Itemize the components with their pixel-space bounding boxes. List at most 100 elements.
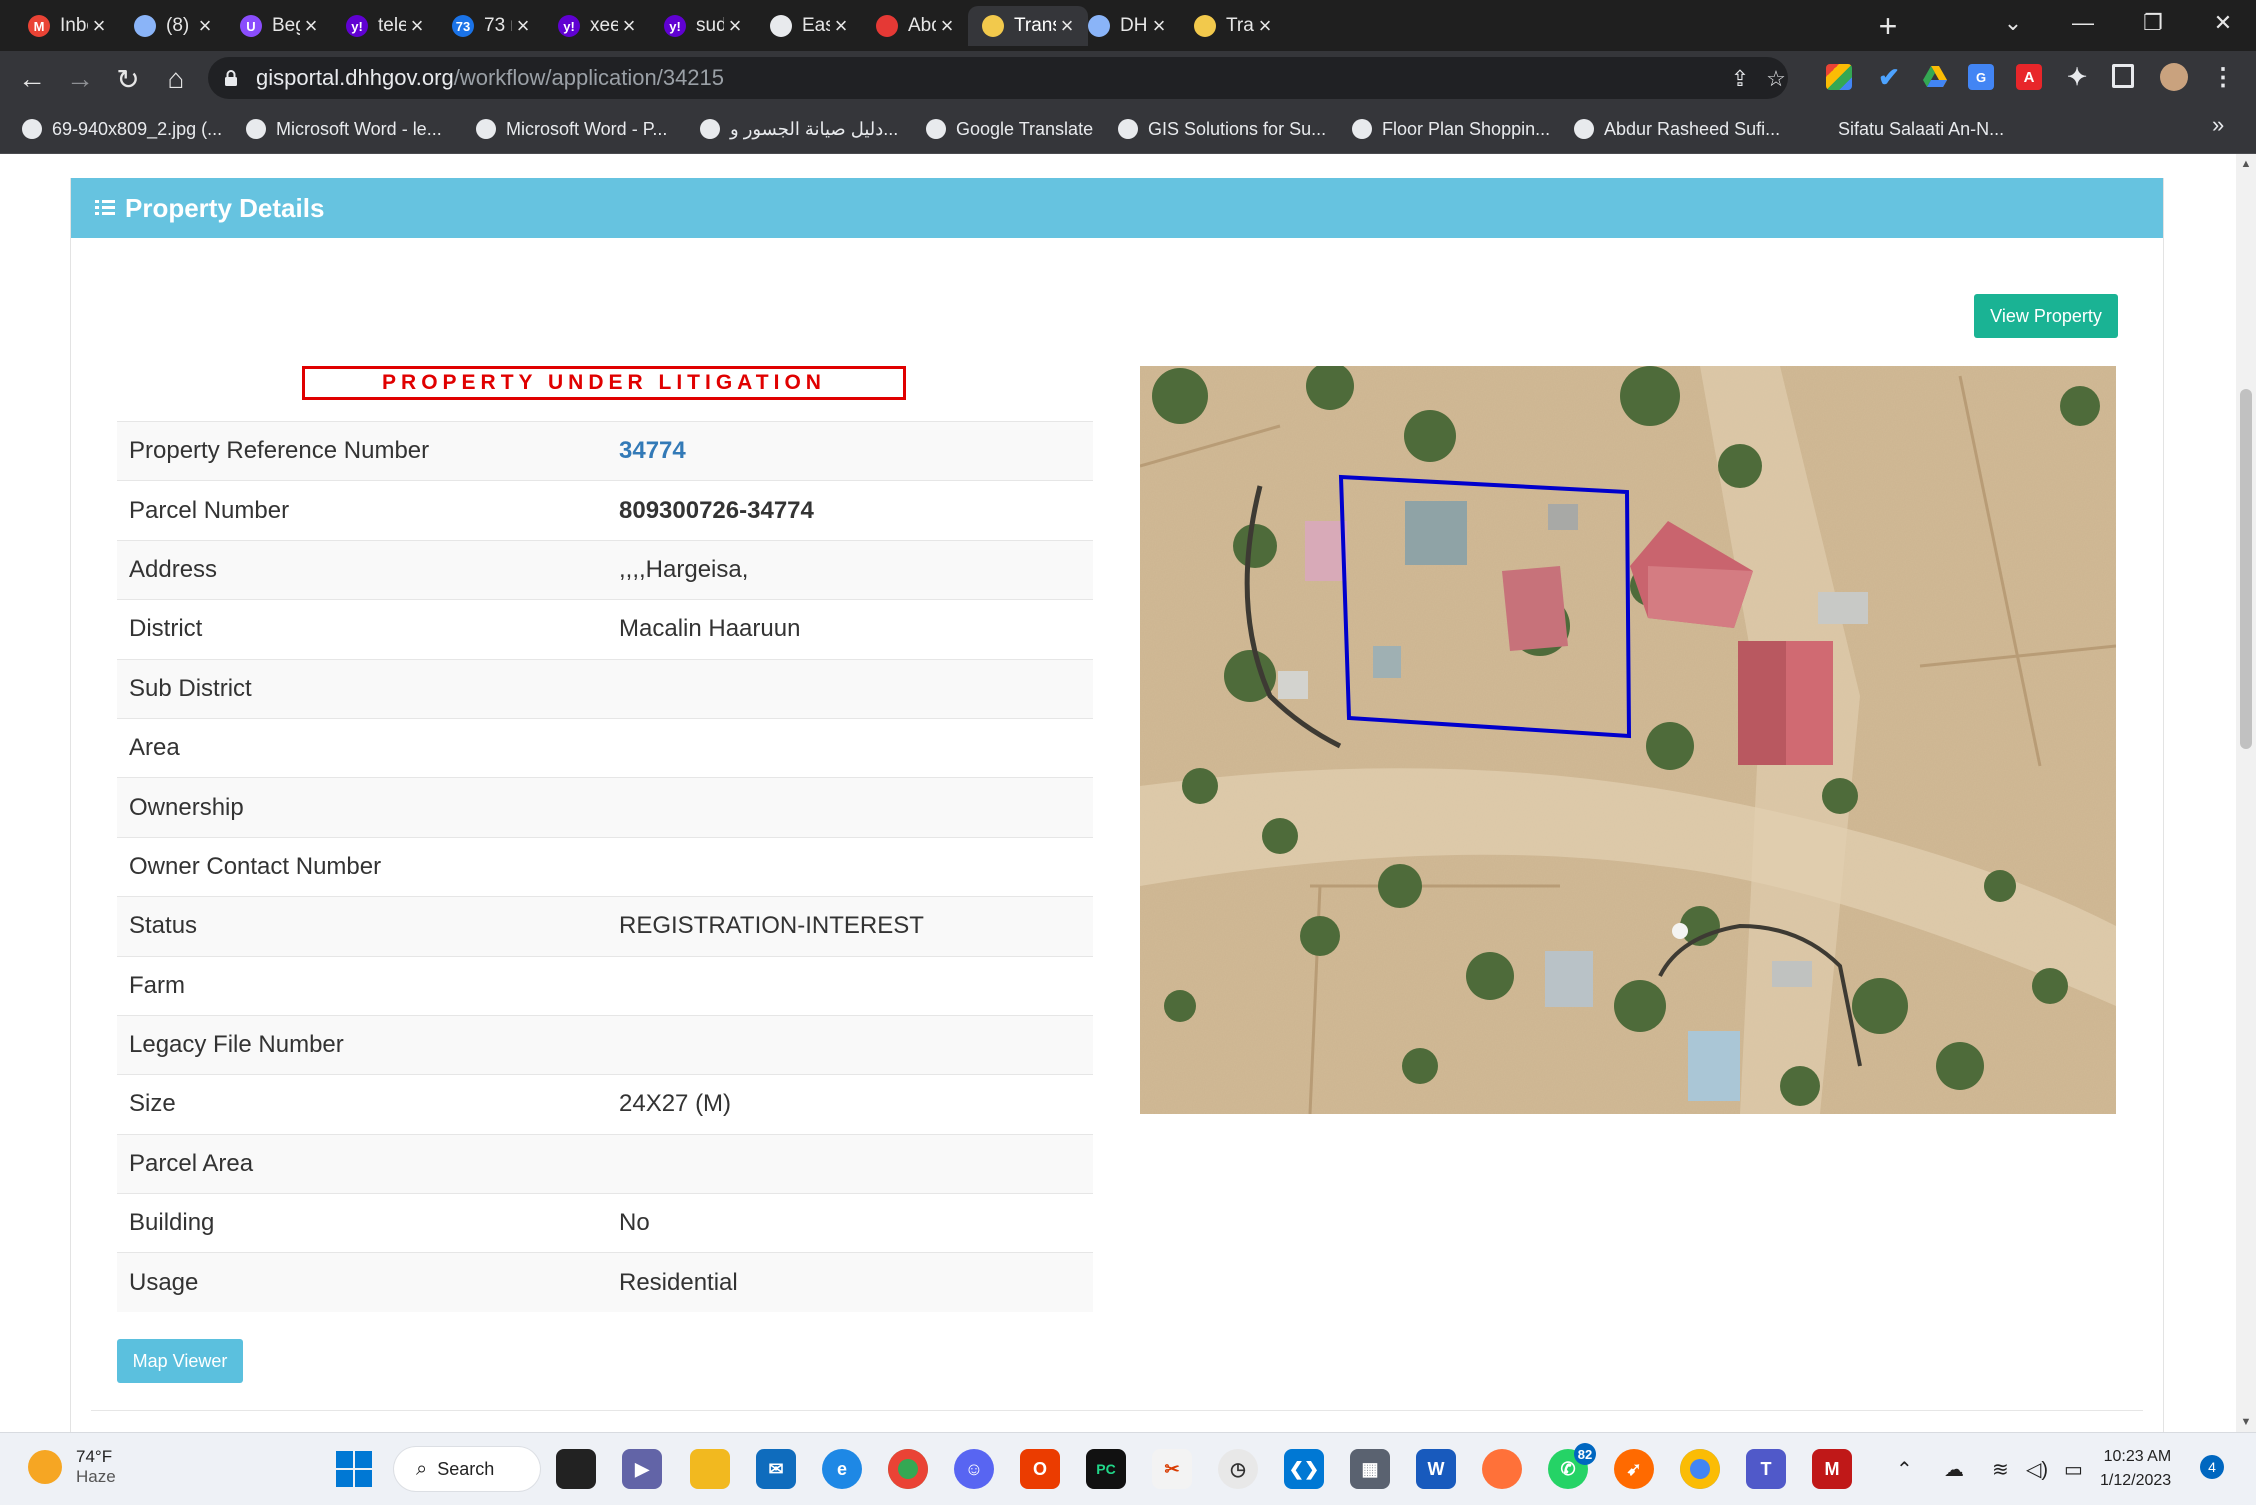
- close-window-icon[interactable]: ✕: [2188, 0, 2256, 45]
- scroll-down-icon[interactable]: ▼: [2239, 1416, 2253, 1428]
- aerial-parcel-map[interactable]: [1140, 366, 2116, 1114]
- restore-icon[interactable]: ❐: [2118, 0, 2188, 45]
- chrome-profile-icon[interactable]: [1680, 1449, 1720, 1489]
- teams-icon[interactable]: T: [1746, 1449, 1786, 1489]
- close-tab-icon[interactable]: ×: [1254, 13, 1276, 39]
- browser-tab[interactable]: M Inbox (×: [14, 6, 120, 46]
- clock-app-icon[interactable]: ◷: [1218, 1449, 1258, 1489]
- compass-app-icon[interactable]: ➹: [1614, 1449, 1654, 1489]
- mcafee-icon[interactable]: M: [1812, 1449, 1852, 1489]
- bookmark-item[interactable]: 69-940x809_2.jpg (...: [22, 113, 222, 145]
- url-text: gisportal.dhhgov.org/workflow/applicatio…: [256, 65, 725, 90]
- close-tab-icon[interactable]: ×: [830, 13, 852, 39]
- onedrive-warning-icon[interactable]: ☁: [1944, 1457, 1964, 1482]
- browser-tab[interactable]: y! telegra×: [332, 6, 438, 46]
- system-clock[interactable]: 10:23 AM 1/12/2023: [2100, 1445, 2171, 1493]
- close-tab-icon[interactable]: ×: [724, 13, 746, 39]
- close-tab-icon[interactable]: ×: [406, 13, 428, 39]
- bookmark-item[interactable]: Microsoft Word - le...: [246, 113, 442, 145]
- view-property-button[interactable]: View Property: [1974, 294, 2118, 338]
- back-arrow-icon[interactable]: ←: [12, 59, 52, 99]
- taskbar-search[interactable]: ⌕ Search: [394, 1447, 540, 1491]
- scroll-up-icon[interactable]: ▲: [2239, 158, 2253, 170]
- browser-tab[interactable]: Abdika×: [862, 6, 968, 46]
- detail-value: 809300726-34774: [619, 496, 814, 524]
- wifi-icon[interactable]: ≋: [1992, 1457, 2009, 1482]
- tray-overflow-chevron-icon[interactable]: ⌃: [1896, 1457, 1913, 1482]
- weather-widget[interactable]: 74°F Haze: [28, 1447, 116, 1487]
- page-scrollbar[interactable]: ▲ ▼: [2236, 154, 2256, 1432]
- teams-chat-icon[interactable]: ▶: [622, 1449, 662, 1489]
- tab-search-chevron-icon[interactable]: ⌄: [1978, 0, 2048, 45]
- detail-label: Parcel Number: [129, 496, 290, 524]
- bookmark-item[interactable]: Microsoft Word - P...: [476, 113, 667, 145]
- bookmark-item[interactable]: Abdur Rasheed Sufi...: [1574, 113, 1780, 145]
- bookmark-item[interactable]: Sifatu Salaati An-N...: [1838, 113, 2004, 145]
- battery-icon[interactable]: ▭: [2064, 1457, 2083, 1482]
- mail-icon[interactable]: ✉: [756, 1449, 796, 1489]
- browser-tab[interactable]: Transac×: [1180, 6, 1286, 46]
- browser-tab[interactable]: Easy su×: [756, 6, 862, 46]
- bookmark-item[interactable]: GIS Solutions for Su...: [1118, 113, 1326, 145]
- close-tab-icon[interactable]: ×: [1148, 13, 1170, 39]
- firefox-icon[interactable]: [1482, 1449, 1522, 1489]
- side-panel-icon[interactable]: [2112, 64, 2134, 88]
- close-tab-icon[interactable]: ×: [300, 13, 322, 39]
- notification-count-badge[interactable]: 4: [2200, 1455, 2224, 1479]
- calculator-icon[interactable]: ▦: [1350, 1449, 1390, 1489]
- close-tab-icon[interactable]: ×: [618, 13, 640, 39]
- new-tab-button[interactable]: +: [1868, 6, 1908, 46]
- scroll-thumb[interactable]: [2240, 389, 2252, 749]
- windows-start-icon[interactable]: [334, 1449, 374, 1489]
- browser-tab[interactable]: Transac×: [968, 6, 1088, 46]
- browser-menu-icon[interactable]: ⋮: [2210, 64, 2236, 91]
- minimize-icon[interactable]: —: [2048, 0, 2118, 45]
- close-tab-icon[interactable]: ×: [512, 13, 534, 39]
- volume-icon[interactable]: ◁): [2026, 1457, 2048, 1482]
- detail-label: Address: [129, 555, 218, 583]
- browser-tab[interactable]: y! xeerka×: [544, 6, 650, 46]
- close-tab-icon[interactable]: ×: [88, 13, 110, 39]
- bookmark-item[interactable]: دليل صيانة الجسور و...: [700, 113, 898, 145]
- detail-value[interactable]: 34774: [619, 437, 1093, 465]
- bookmarks-overflow-icon[interactable]: »: [2212, 112, 2224, 138]
- bookmark-item[interactable]: Google Translate: [926, 113, 1093, 145]
- task-view-icon[interactable]: [556, 1449, 596, 1489]
- address-bar[interactable]: gisportal.dhhgov.org/workflow/applicatio…: [208, 57, 1788, 99]
- checkmark-extension-icon[interactable]: ✔: [1876, 62, 1902, 92]
- bookmark-label: Sifatu Salaati An-N...: [1838, 118, 2005, 139]
- yahoo-icon: y!: [664, 15, 686, 37]
- bookmark-star-icon[interactable]: ☆: [1764, 66, 1788, 91]
- share-icon[interactable]: ⇪: [1728, 66, 1752, 91]
- browser-tab[interactable]: 73 73 noti×: [438, 6, 544, 46]
- bookmark-item[interactable]: Floor Plan Shoppin...: [1352, 113, 1550, 145]
- close-tab-icon[interactable]: ×: [936, 13, 958, 39]
- browser-tab[interactable]: y! suduko×: [650, 6, 756, 46]
- extension-color-icon[interactable]: [1826, 64, 1852, 90]
- translate-extension-icon[interactable]: G: [1968, 64, 1994, 90]
- home-icon[interactable]: ⌂: [156, 59, 196, 99]
- browser-tab[interactable]: DHH M×: [1074, 6, 1180, 46]
- vscode-icon[interactable]: ❮❯: [1284, 1449, 1324, 1489]
- google-drive-icon[interactable]: [1922, 64, 1948, 90]
- office-icon[interactable]: O: [1020, 1449, 1060, 1489]
- edge-icon[interactable]: e: [822, 1449, 862, 1489]
- profile-avatar[interactable]: [2160, 63, 2188, 91]
- close-tab-icon[interactable]: ×: [194, 13, 216, 39]
- file-explorer-icon[interactable]: [690, 1449, 730, 1489]
- map-viewer-button[interactable]: Map Viewer: [117, 1339, 243, 1383]
- forward-arrow-icon[interactable]: →: [60, 59, 100, 99]
- browser-tab[interactable]: (8) Qali×: [120, 6, 226, 46]
- detail-label: District: [129, 615, 203, 643]
- word-icon[interactable]: W: [1416, 1449, 1456, 1489]
- detail-row: Area: [117, 717, 1093, 777]
- discord-icon[interactable]: ☺: [954, 1449, 994, 1489]
- pycharm-icon[interactable]: PC: [1086, 1449, 1126, 1489]
- browser-tab[interactable]: U Beginn×: [226, 6, 332, 46]
- reload-icon[interactable]: ↻: [108, 59, 148, 99]
- whatsapp-icon[interactable]: ✆ 82: [1548, 1443, 1596, 1489]
- chrome-icon[interactable]: [888, 1449, 928, 1489]
- pdf-extension-icon[interactable]: A: [2016, 64, 2042, 90]
- snipping-tool-icon[interactable]: ✂: [1152, 1449, 1192, 1489]
- puzzle-extensions-icon[interactable]: ✦: [2064, 64, 2090, 91]
